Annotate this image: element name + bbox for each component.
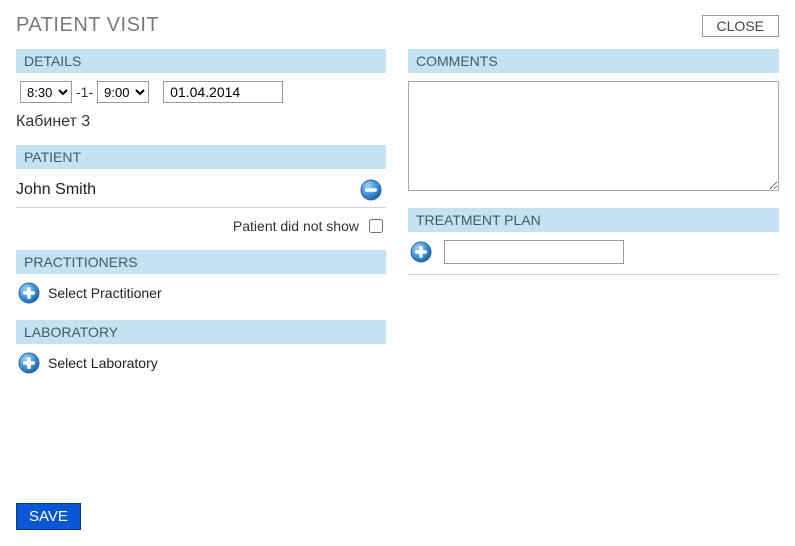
section-header-patient: PATIENT: [16, 145, 386, 169]
add-practitioner-label: Select Practitioner: [48, 285, 162, 301]
add-laboratory-label: Select Laboratory: [48, 355, 158, 371]
time-separator: -1-: [76, 84, 93, 100]
section-header-treatment: TREATMENT PLAN: [408, 208, 779, 232]
plus-circle-icon: [410, 241, 432, 263]
section-header-details: DETAILS: [16, 49, 386, 73]
minus-circle-icon: [360, 179, 382, 201]
treatment-input[interactable]: [444, 240, 624, 264]
time-start-select[interactable]: 8:30: [20, 81, 72, 103]
section-header-laboratory: LABORATORY: [16, 320, 386, 344]
add-practitioner-button[interactable]: [18, 282, 40, 304]
time-end-select[interactable]: 9:00: [97, 81, 149, 103]
plus-circle-icon: [18, 352, 40, 374]
remove-patient-button[interactable]: [360, 179, 382, 201]
section-header-comments: COMMENTS: [408, 49, 779, 73]
plus-circle-icon: [18, 282, 40, 304]
section-header-practitioners: PRACTITIONERS: [16, 250, 386, 274]
close-button[interactable]: CLOSE: [702, 15, 779, 37]
save-button[interactable]: SAVE: [16, 503, 81, 530]
page-title: PATIENT VISIT: [16, 14, 159, 37]
add-treatment-button[interactable]: [410, 241, 432, 263]
date-input[interactable]: [163, 81, 283, 103]
add-laboratory-button[interactable]: [18, 352, 40, 374]
comments-textarea[interactable]: [408, 81, 779, 191]
noshow-label: Patient did not show: [233, 218, 359, 234]
noshow-checkbox[interactable]: [369, 219, 383, 233]
cabinet-label: Кабинет 3: [16, 113, 386, 131]
patient-name: John Smith: [16, 181, 96, 199]
